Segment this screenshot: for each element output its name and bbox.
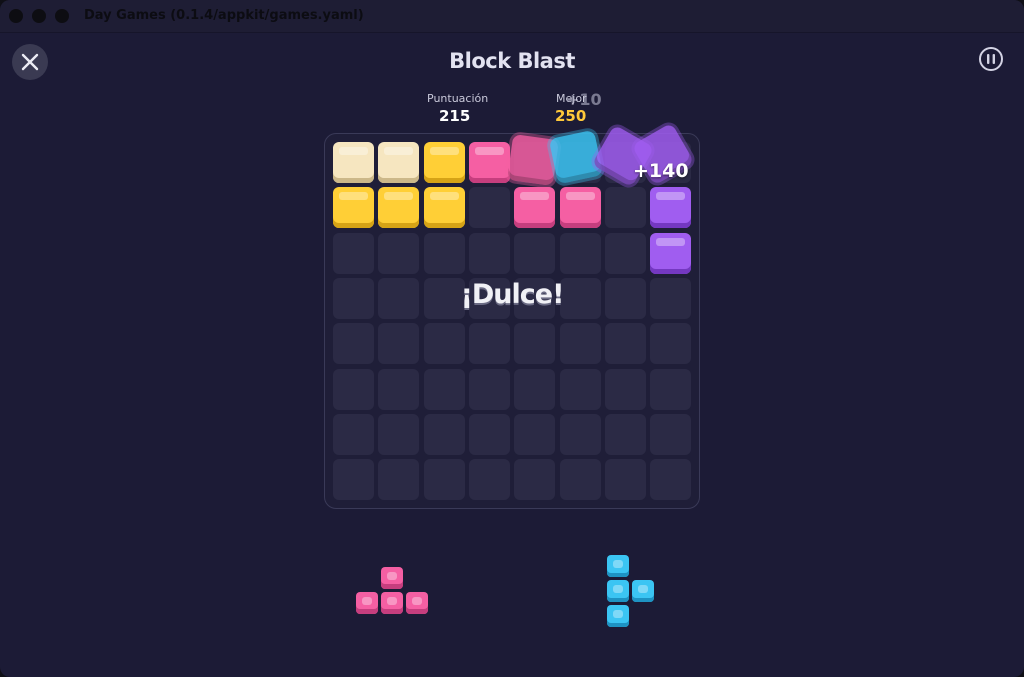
minimize-window-button[interactable] (32, 9, 46, 23)
tray-block-cyan (632, 580, 654, 602)
board-cell[interactable] (650, 368, 692, 410)
score-value: 215 (439, 107, 471, 125)
board-cell[interactable] (468, 459, 510, 501)
board-cell[interactable] (468, 323, 510, 365)
block-cream (378, 142, 420, 183)
tray-block-cyan (607, 605, 629, 627)
board-cell[interactable] (333, 459, 374, 501)
board-cell[interactable] (559, 232, 601, 274)
board-cell[interactable] (604, 323, 646, 365)
score-label: Puntuación (427, 92, 489, 105)
block-yellow (333, 187, 374, 229)
block-pink (468, 142, 510, 183)
board-cell[interactable] (333, 413, 374, 455)
board-cell[interactable] (559, 459, 601, 501)
board-cell[interactable] (378, 323, 420, 365)
tray-block-pink (381, 592, 403, 614)
board-cell[interactable] (333, 232, 374, 274)
board-cell[interactable] (378, 413, 420, 455)
board-cell[interactable] (423, 459, 465, 501)
block-cream (333, 142, 374, 183)
tray-block-pink (406, 592, 428, 614)
board-cell[interactable] (559, 323, 601, 365)
board-cell[interactable] (604, 232, 646, 274)
board-cell[interactable] (333, 368, 374, 410)
tray-block-pink (356, 592, 378, 614)
board-cell[interactable] (514, 323, 556, 365)
board-cell[interactable] (468, 413, 510, 455)
board-cell[interactable] (378, 232, 420, 274)
tray-block-pink (381, 567, 403, 589)
block-pink (514, 187, 556, 229)
combo-text: ¡Dulce! (460, 279, 565, 310)
tray-block-cyan (607, 555, 629, 577)
board-cell[interactable] (378, 368, 420, 410)
app-window: Day Games (0.1.4/appkit/games.yaml) Bloc… (0, 0, 1024, 677)
board-cell[interactable] (514, 368, 556, 410)
title-bar: Day Games (0.1.4/appkit/games.yaml) (0, 0, 1024, 33)
block-purple (650, 187, 692, 229)
board-cell[interactable] (650, 413, 692, 455)
board-cell[interactable] (604, 368, 646, 410)
board-cell[interactable] (514, 232, 556, 274)
block-pink (559, 187, 601, 229)
board-cell[interactable] (423, 413, 465, 455)
board-cell[interactable] (604, 187, 646, 229)
game-board[interactable] (324, 133, 700, 509)
board-cell[interactable] (468, 368, 510, 410)
pause-button[interactable] (979, 47, 1003, 71)
ghost-points-popup: +10 (566, 90, 602, 109)
block-yellow (423, 187, 465, 229)
zoom-window-button[interactable] (55, 9, 69, 23)
board-cell[interactable] (468, 232, 510, 274)
board-cell[interactable] (559, 368, 601, 410)
block-yellow (423, 142, 465, 183)
board-cell[interactable] (604, 459, 646, 501)
board-cell[interactable] (423, 368, 465, 410)
board-cell[interactable] (650, 323, 692, 365)
points-popup: +140 (633, 160, 689, 182)
board-cell[interactable] (468, 187, 510, 229)
board-cell[interactable] (514, 413, 556, 455)
board-cell[interactable] (650, 459, 692, 501)
pause-icon (987, 54, 995, 64)
block-purple (650, 232, 692, 274)
block-yellow (378, 187, 420, 229)
tray-block-cyan (607, 580, 629, 602)
game-title: Block Blast (449, 49, 575, 73)
board-cell[interactable] (378, 459, 420, 501)
board-cell[interactable] (423, 323, 465, 365)
board-cell[interactable] (514, 459, 556, 501)
close-window-button[interactable] (9, 9, 23, 23)
window-title: Day Games (0.1.4/appkit/games.yaml) (84, 8, 364, 23)
best-value: 250 (555, 107, 587, 125)
board-cell[interactable] (423, 232, 465, 274)
board-cell[interactable] (333, 323, 374, 365)
board-cell[interactable] (604, 413, 646, 455)
board-cell[interactable] (559, 413, 601, 455)
